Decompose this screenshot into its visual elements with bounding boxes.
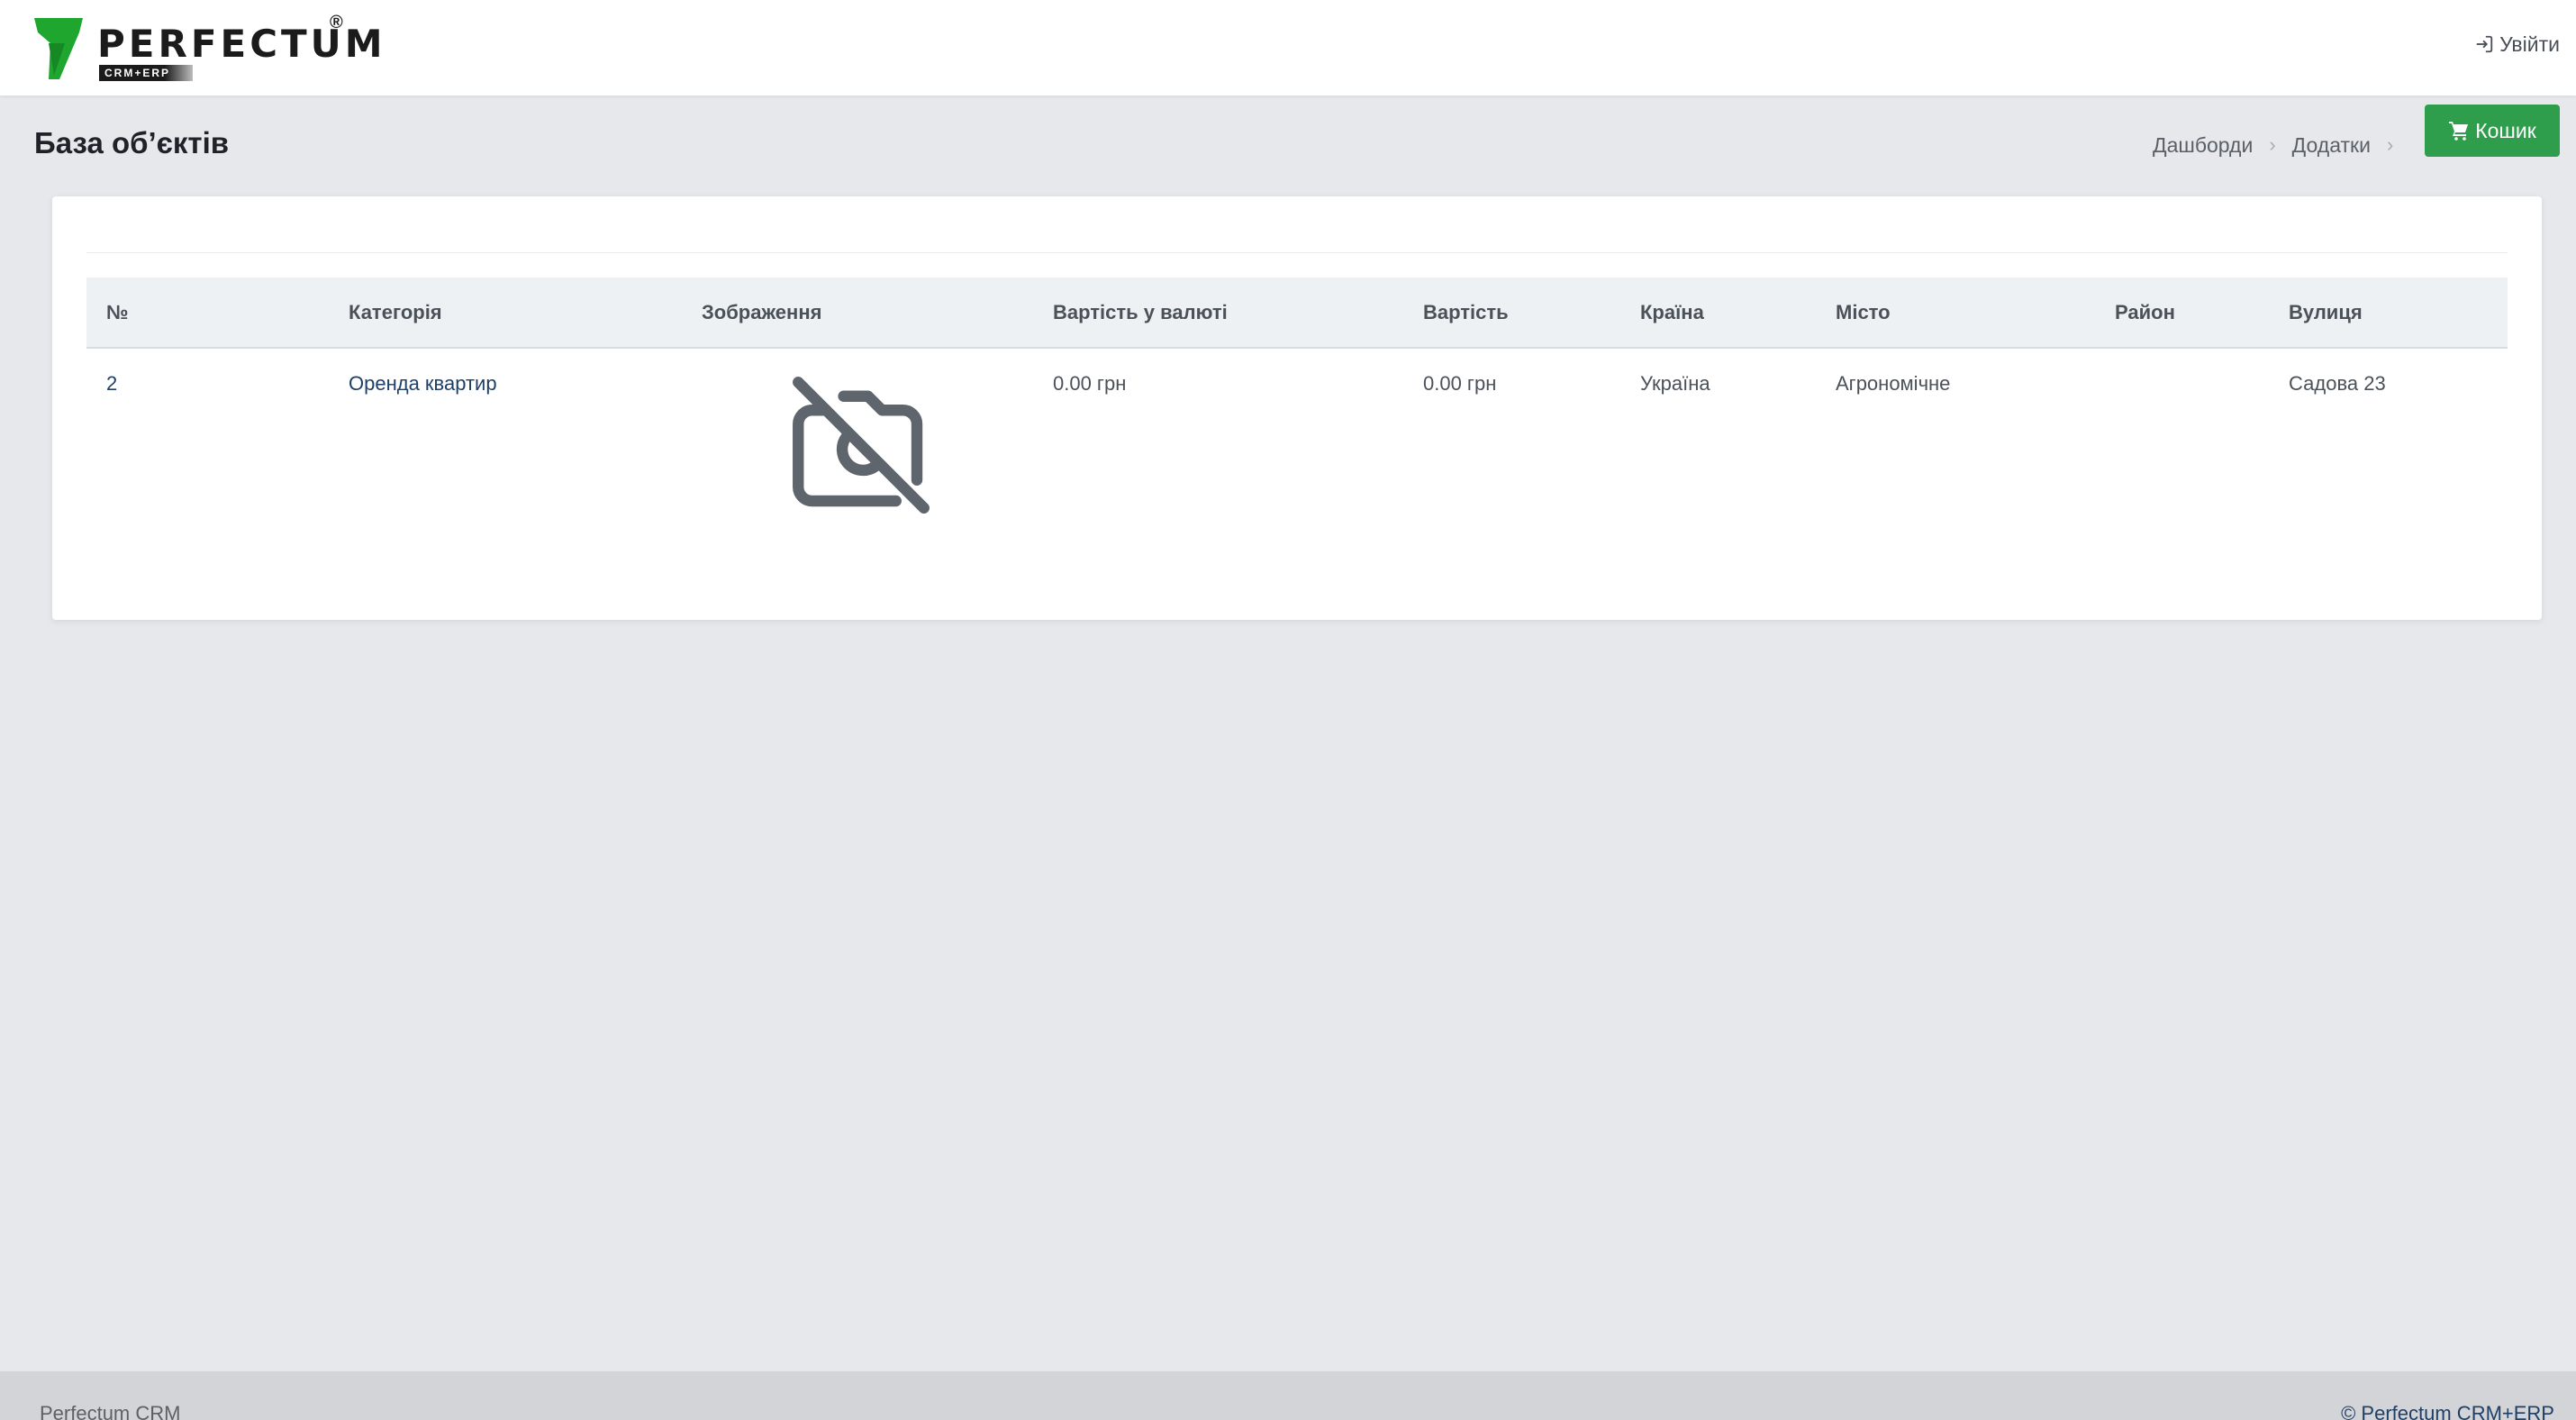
footer: Perfectum CRM © Perfectum CRM+ERP (0, 1371, 2576, 1420)
column-header-country[interactable]: Країна (1620, 278, 1816, 349)
column-header-category[interactable]: Категорія (329, 278, 682, 349)
cell-price: 0.00 грн (1423, 372, 1497, 395)
camera-off-icon (793, 377, 930, 514)
page-title: База об’єктів (34, 126, 230, 159)
chevron-right-icon: › (2269, 133, 2276, 156)
logo-registered-mark: ® (330, 13, 343, 32)
cell-category[interactable]: Оренда квартир (329, 348, 682, 564)
cell-price-currency: 0.00 грн (1053, 372, 1127, 395)
cell-district (2095, 348, 2269, 564)
table-header-row: № Категорія Зображення Вартість у валюті… (86, 278, 2508, 349)
table-row[interactable]: 2 Оренда квартир 0.00 грн 0.00 грн Украї… (86, 348, 2508, 564)
card-divider (86, 252, 2508, 253)
cell-city: Агрономічне (1836, 372, 1951, 395)
perfectum-logo[interactable]: PERFECTUM ® CRM+ERP (34, 13, 383, 85)
perfectum-logo-mark-icon (34, 18, 83, 79)
login-link[interactable]: Увійти (2474, 31, 2560, 58)
footer-copyright-link[interactable]: © Perfectum CRM+ERP (2341, 1402, 2554, 1420)
column-header-street[interactable]: Вулиця (2269, 278, 2508, 349)
cart-button[interactable]: Кошик (2425, 105, 2560, 157)
column-header-price-currency[interactable]: Вартість у валюті (1033, 278, 1403, 349)
chevron-right-icon: › (2386, 133, 2394, 156)
shopping-cart-icon (2449, 122, 2469, 141)
logo-subtitle: CRM+ERP (99, 65, 193, 81)
cell-street: Садова 23 (2289, 372, 2386, 395)
breadcrumb-item-addons[interactable]: Додатки (2292, 133, 2371, 158)
column-header-district[interactable]: Район (2095, 278, 2269, 349)
cell-country: Україна (1640, 372, 1710, 395)
breadcrumb: Дашборди › Додатки › (2153, 132, 2393, 159)
column-header-city[interactable]: Місто (1816, 278, 2095, 349)
objects-table: № Категорія Зображення Вартість у валюті… (86, 278, 2508, 564)
footer-brand: Perfectum CRM (40, 1402, 181, 1420)
column-header-number[interactable]: № (86, 278, 329, 349)
cell-image (682, 348, 1033, 564)
login-label: Увійти (2499, 32, 2560, 56)
cell-number[interactable]: 2 (86, 348, 329, 564)
sign-in-icon (2476, 35, 2493, 53)
breadcrumb-item-dashboards[interactable]: Дашборди (2153, 133, 2253, 158)
top-navbar: PERFECTUM ® CRM+ERP Увійти (0, 0, 2576, 96)
objects-card: № Категорія Зображення Вартість у валюті… (52, 196, 2542, 620)
cart-label: Кошик (2475, 118, 2536, 142)
column-header-image[interactable]: Зображення (682, 278, 1033, 349)
column-header-price[interactable]: Вартість (1403, 278, 1620, 349)
